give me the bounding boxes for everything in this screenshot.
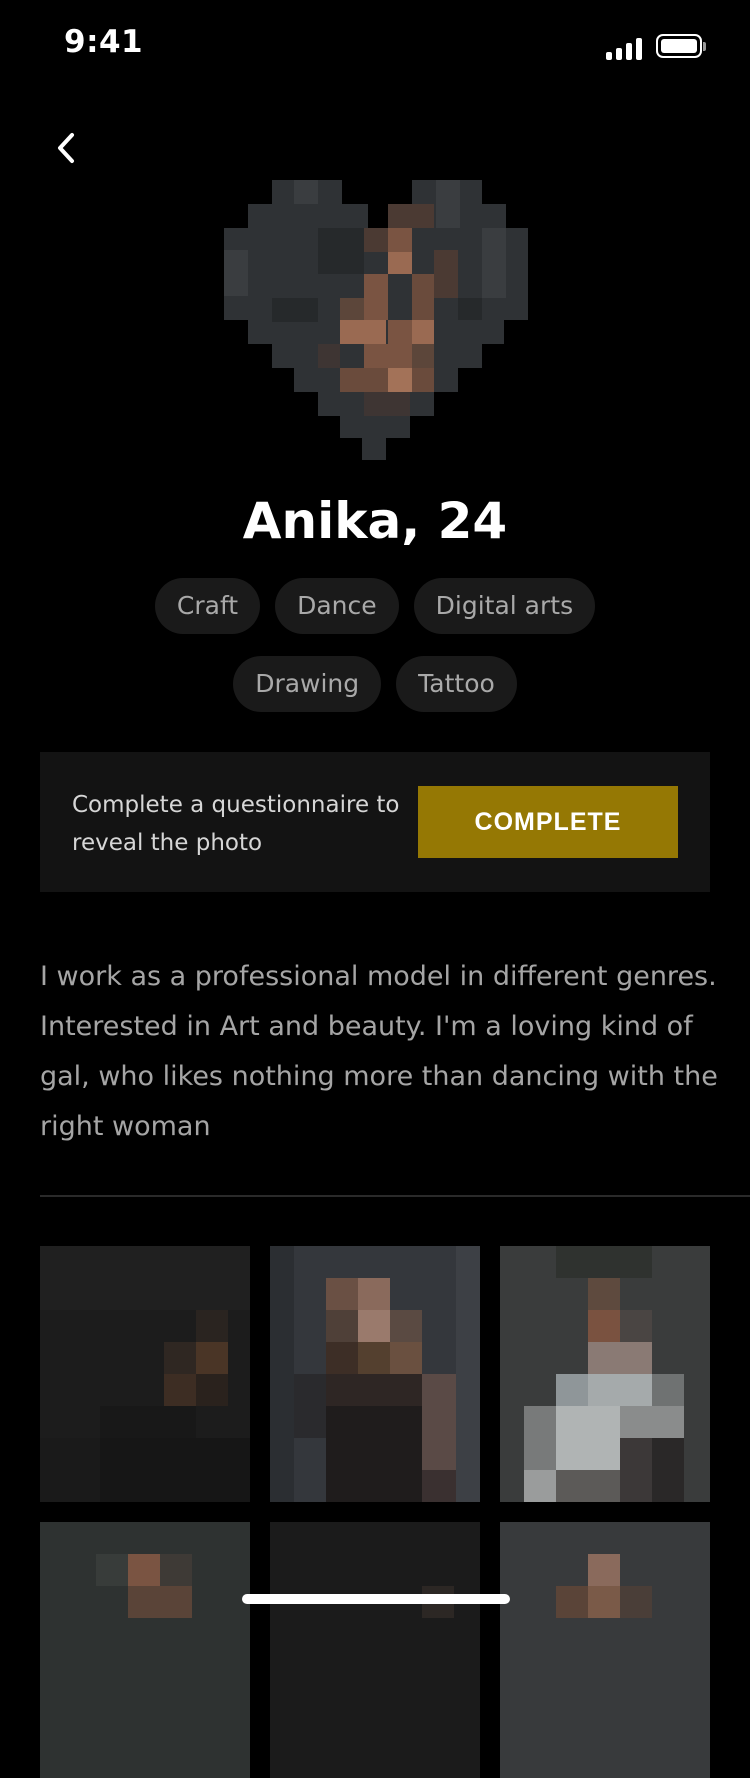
home-indicator[interactable] [242,1594,510,1604]
complete-button[interactable]: COMPLETE [418,786,678,858]
tag-row: Craft Dance Digital arts [0,578,750,634]
tag-craft[interactable]: Craft [154,578,261,634]
interest-tags: Craft Dance Digital arts Drawing Tattoo [0,578,750,734]
gallery-photo[interactable] [500,1522,710,1778]
tag-row: Drawing Tattoo [0,656,750,712]
cellular-signal-icon [606,38,642,60]
status-time: 9:41 [64,24,144,60]
gallery-photo[interactable] [40,1246,250,1502]
chevron-left-icon [58,133,74,163]
profile-bio: I work as a professional model in differ… [40,961,718,1142]
blurred-photo [40,1246,250,1502]
back-button[interactable] [44,126,88,170]
gallery-photo[interactable] [270,1522,480,1778]
pixelated-heart-photo [224,180,528,460]
blurred-photo [40,1522,250,1778]
tag-tattoo[interactable]: Tattoo [396,656,517,712]
status-bar: 9:41 [0,0,750,94]
tag-dance[interactable]: Dance [275,578,399,634]
tag-drawing[interactable]: Drawing [233,656,382,712]
blurred-photo [270,1522,480,1778]
gallery-photo[interactable] [40,1522,250,1778]
profile-name-age: Anika, 24 [242,492,508,550]
battery-icon [656,34,702,58]
reveal-photo-text: Complete a questionnaire to reveal the p… [72,792,400,856]
gallery-photo[interactable] [500,1246,710,1502]
gallery-photo[interactable] [270,1246,480,1502]
blurred-photo [270,1246,480,1502]
tag-digital-arts[interactable]: Digital arts [413,578,596,634]
battery-cap [703,42,706,51]
profile-photo-heart [224,180,528,460]
blurred-photo [500,1246,710,1502]
blurred-photo [500,1522,710,1778]
divider [40,1195,750,1197]
reveal-photo-card: Complete a questionnaire to reveal the p… [40,752,710,892]
